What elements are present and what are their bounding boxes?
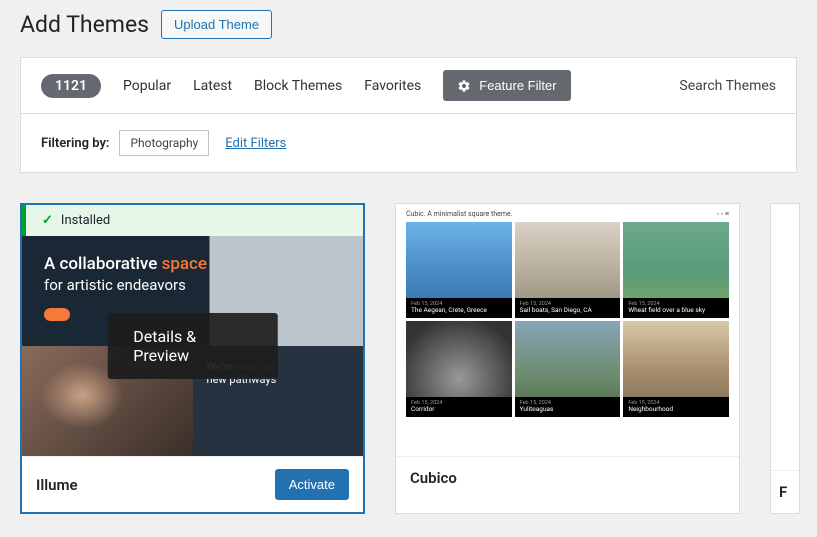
cubico-tile: Feb 15, 2024Sail boats, San Diego, CA <box>515 222 621 318</box>
tile-title: Corridor <box>411 405 435 413</box>
theme-footer: Cubico <box>396 456 739 499</box>
gear-icon <box>457 79 471 93</box>
page-title: Add Themes <box>20 11 149 38</box>
illume-title-a: A collaborative <box>44 254 157 274</box>
cubico-nav-icons: ◦ ◦ ≡ <box>716 210 729 218</box>
theme-screenshot: Cubic. A minimalist square theme. ◦ ◦ ≡ … <box>396 204 739 456</box>
theme-screenshot: A collaborative space for artistic endea… <box>22 236 363 456</box>
upload-theme-button[interactable]: Upload Theme <box>161 10 272 39</box>
filtering-row: Filtering by: Photography Edit Filters <box>20 114 797 173</box>
tile-title: Sail boats, San Diego, CA <box>520 306 592 314</box>
page-header: Add Themes Upload Theme <box>20 10 797 39</box>
theme-card-illume[interactable]: ✓ Installed A collaborative space for ar… <box>20 203 365 514</box>
filter-latest[interactable]: Latest <box>193 78 232 94</box>
theme-name: Illume <box>36 476 78 494</box>
cubico-tile: Feb 15, 2024Yuliteaguas <box>515 321 621 417</box>
theme-card-partial[interactable]: F <box>770 203 800 514</box>
activate-button[interactable]: Activate <box>275 469 349 500</box>
cubico-tile: Feb 15, 2024Wheat field over a blue sky <box>623 222 729 318</box>
feature-filter-label: Feature Filter <box>479 78 556 93</box>
cubico-tile: Feb 15, 2024Neighbourhood <box>623 321 729 417</box>
filter-popular[interactable]: Popular <box>123 78 171 94</box>
cubico-tile: Feb 15, 2024Corridor <box>406 321 512 417</box>
details-preview-button[interactable]: Details & Preview <box>107 313 278 379</box>
tile-title: Wheat field over a blue sky <box>628 306 705 314</box>
filter-favorites[interactable]: Favorites <box>364 78 421 94</box>
illume-cta-pill <box>44 308 70 321</box>
cubico-tile: Feb 15, 2024The Aegean, Crete, Greece <box>406 222 512 318</box>
themes-grid: ✓ Installed A collaborative space for ar… <box>20 203 797 514</box>
edit-filters-link[interactable]: Edit Filters <box>225 136 286 151</box>
theme-name: F <box>771 470 799 513</box>
theme-count-pill: 1121 <box>41 74 101 98</box>
tile-title: Yuliteaguas <box>520 405 554 413</box>
theme-footer: Illume Activate <box>22 456 363 512</box>
check-icon: ✓ <box>42 213 53 228</box>
filtering-by-label: Filtering by: <box>41 136 109 151</box>
filter-bar: 1121 Popular Latest Block Themes Favorit… <box>20 57 797 114</box>
installed-label: Installed <box>61 213 110 228</box>
filter-block-themes[interactable]: Block Themes <box>254 78 342 94</box>
illume-title-b: space <box>162 254 207 274</box>
tile-title: Neighbourhood <box>628 405 673 413</box>
filter-tag[interactable]: Photography <box>119 130 209 156</box>
cubico-caption: Cubic. A minimalist square theme. <box>406 210 513 218</box>
illume-subtitle: for artistic endeavors <box>44 276 341 294</box>
search-themes-label[interactable]: Search Themes <box>679 78 776 94</box>
tile-title: The Aegean, Crete, Greece <box>411 306 487 314</box>
feature-filter-button[interactable]: Feature Filter <box>443 70 570 101</box>
theme-card-cubico[interactable]: Cubic. A minimalist square theme. ◦ ◦ ≡ … <box>395 203 740 514</box>
installed-banner: ✓ Installed <box>22 205 363 236</box>
theme-name: Cubico <box>410 469 457 487</box>
